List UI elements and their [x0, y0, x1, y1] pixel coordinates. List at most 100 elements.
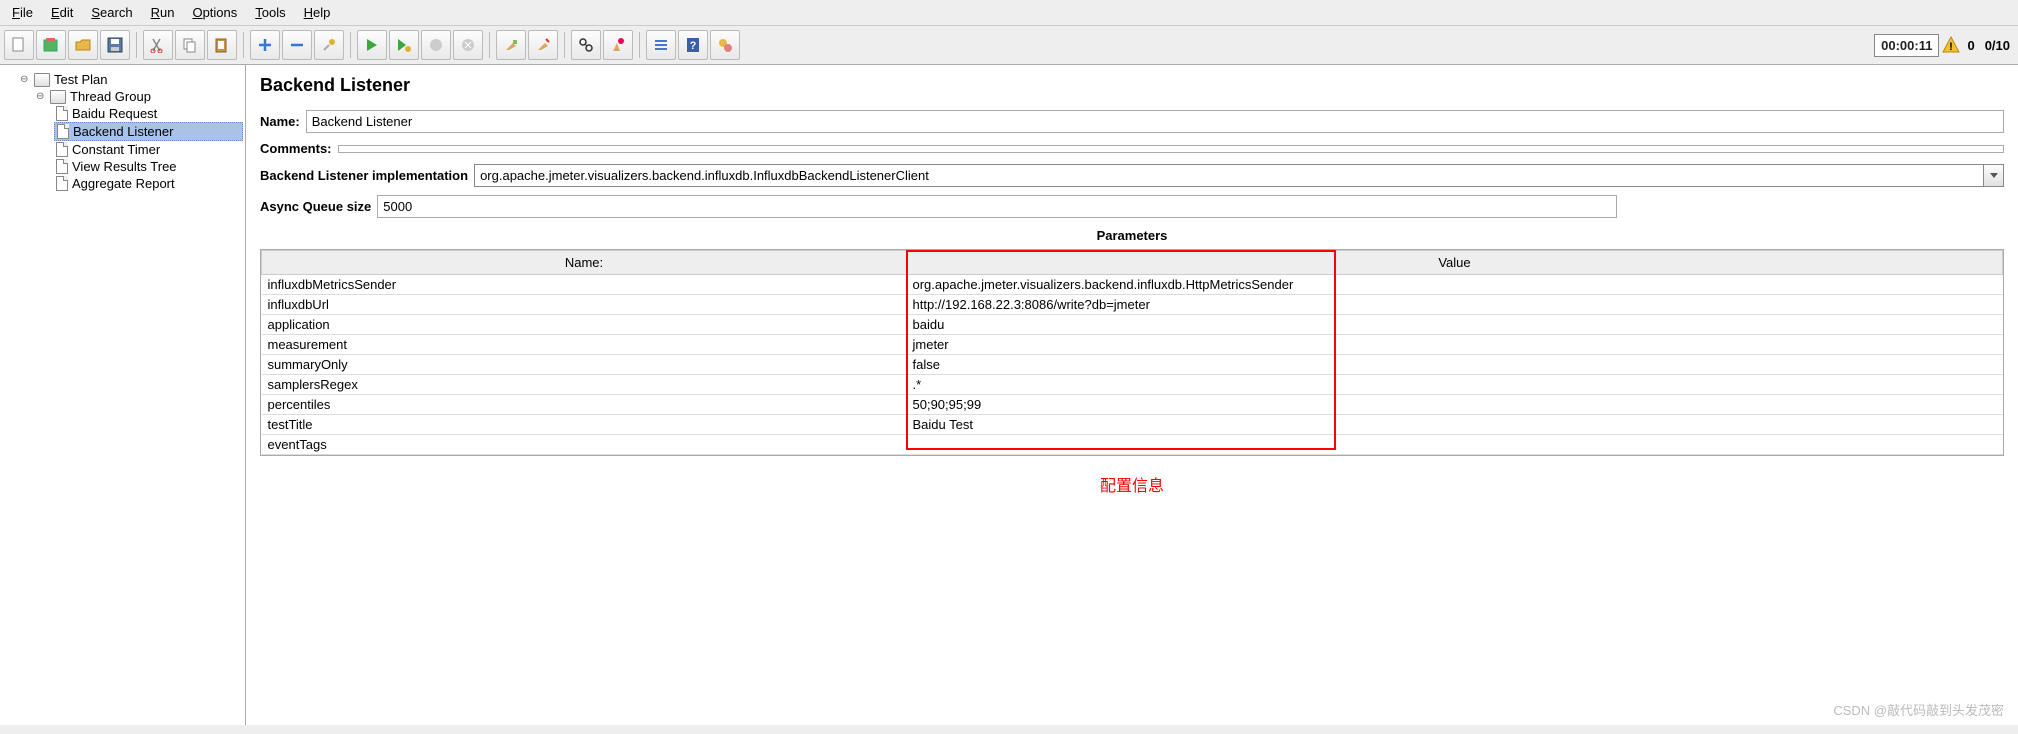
table-row[interactable]: influxdbMetricsSenderorg.apache.jmeter.v…	[262, 275, 2003, 295]
templates-button[interactable]	[36, 30, 66, 60]
param-value-cell[interactable]: .*	[907, 375, 2003, 395]
clear-all-button[interactable]	[528, 30, 558, 60]
chevron-down-icon	[1990, 173, 1998, 179]
param-value-cell[interactable]: Baidu Test	[907, 415, 2003, 435]
tree-test-plan[interactable]: ⊖ Test Plan	[18, 71, 243, 88]
param-name-cell[interactable]: testTitle	[262, 415, 907, 435]
start-button[interactable]	[357, 30, 387, 60]
chevron-down-icon[interactable]: ⊖	[36, 91, 46, 102]
svg-text:!: !	[1950, 41, 1954, 53]
add-button[interactable]	[250, 30, 280, 60]
timer-display: 00:00:11	[1874, 34, 1939, 57]
param-name-cell[interactable]: measurement	[262, 335, 907, 355]
menu-bar: File Edit Search Run Options Tools Help	[0, 0, 2018, 26]
parameters-table: Name: Value influxdbMetricsSenderorg.apa…	[261, 250, 2003, 455]
param-name-cell[interactable]: samplersRegex	[262, 375, 907, 395]
thread-count: 0/10	[1981, 38, 2014, 53]
open-button[interactable]	[68, 30, 98, 60]
tree-label: Test Plan	[54, 72, 107, 87]
col-value[interactable]: Value	[907, 251, 2003, 275]
tree-label: View Results Tree	[72, 159, 177, 174]
warning-icon: !	[1941, 35, 1961, 55]
tree-item-baidu-request[interactable]: Baidu Request	[54, 105, 243, 122]
search-button[interactable]	[571, 30, 601, 60]
menu-options[interactable]: Options	[184, 2, 245, 23]
file-icon	[56, 176, 68, 191]
cut-button[interactable]	[143, 30, 173, 60]
watermark: CSDN @敲代码敲到头发茂密	[1833, 700, 2004, 719]
paste-button[interactable]	[207, 30, 237, 60]
name-input[interactable]: Backend Listener	[306, 110, 2004, 133]
name-label: Name:	[260, 114, 300, 129]
tree-label: Backend Listener	[73, 124, 173, 139]
annotation-caption: 配置信息	[260, 472, 2004, 496]
param-value-cell[interactable]: 50;90;95;99	[907, 395, 2003, 415]
table-row[interactable]: percentiles50;90;95;99	[262, 395, 2003, 415]
copy-button[interactable]	[175, 30, 205, 60]
tree-item-view-results-tree[interactable]: View Results Tree	[54, 158, 243, 175]
new-button[interactable]	[4, 30, 34, 60]
impl-select-value: org.apache.jmeter.visualizers.backend.in…	[475, 165, 1983, 186]
content-panel: Backend Listener Name: Backend Listener …	[246, 65, 2018, 725]
table-row[interactable]: samplersRegex.*	[262, 375, 2003, 395]
help-button[interactable]: ?	[678, 30, 708, 60]
table-row[interactable]: eventTags	[262, 435, 2003, 455]
page-title: Backend Listener	[260, 75, 2004, 96]
param-name-cell[interactable]: influxdbMetricsSender	[262, 275, 907, 295]
file-icon	[56, 106, 68, 121]
chevron-down-icon[interactable]: ⊖	[20, 74, 30, 85]
tree-item-constant-timer[interactable]: Constant Timer	[54, 141, 243, 158]
col-name[interactable]: Name:	[262, 251, 907, 275]
param-name-cell[interactable]: percentiles	[262, 395, 907, 415]
file-icon	[56, 142, 68, 157]
param-name-cell[interactable]: eventTags	[262, 435, 907, 455]
folder-icon	[34, 73, 50, 87]
param-name-cell[interactable]: influxdbUrl	[262, 295, 907, 315]
table-row[interactable]: measurementjmeter	[262, 335, 2003, 355]
table-row[interactable]: summaryOnlyfalse	[262, 355, 2003, 375]
file-icon	[56, 159, 68, 174]
param-name-cell[interactable]: summaryOnly	[262, 355, 907, 375]
menu-help[interactable]: Help	[296, 2, 339, 23]
save-button[interactable]	[100, 30, 130, 60]
clear-button[interactable]	[496, 30, 526, 60]
param-value-cell[interactable]: http://192.168.22.3:8086/write?db=jmeter	[907, 295, 2003, 315]
param-value-cell[interactable]: baidu	[907, 315, 2003, 335]
svg-text:?: ?	[690, 40, 697, 52]
menu-run[interactable]: Run	[143, 2, 183, 23]
tree-label: Constant Timer	[72, 142, 160, 157]
parameters-box: Name: Value influxdbMetricsSenderorg.apa…	[260, 249, 2004, 456]
param-value-cell[interactable]	[907, 435, 2003, 455]
function-helper-button[interactable]	[646, 30, 676, 60]
table-row[interactable]: testTitleBaidu Test	[262, 415, 2003, 435]
queue-input[interactable]: 5000	[377, 195, 1617, 218]
menu-search[interactable]: Search	[83, 2, 140, 23]
disable-button[interactable]	[314, 30, 344, 60]
reset-search-button[interactable]	[603, 30, 633, 60]
menu-edit[interactable]: Edit	[43, 2, 81, 23]
table-row[interactable]: influxdbUrlhttp://192.168.22.3:8086/writ…	[262, 295, 2003, 315]
param-name-cell[interactable]: application	[262, 315, 907, 335]
tree-panel: ⊖ Test Plan ⊖ Thread Group Baidu Request…	[0, 65, 246, 725]
table-row[interactable]: applicationbaidu	[262, 315, 2003, 335]
tree-label: Thread Group	[70, 89, 151, 104]
plugins-button[interactable]	[710, 30, 740, 60]
shutdown-button[interactable]	[453, 30, 483, 60]
dropdown-button[interactable]	[1983, 165, 2003, 186]
menu-file[interactable]: File	[4, 2, 41, 23]
toolbar: ? 00:00:11 ! 0 0/10	[0, 26, 2018, 65]
impl-select[interactable]: org.apache.jmeter.visualizers.backend.in…	[474, 164, 2004, 187]
remove-button[interactable]	[282, 30, 312, 60]
comments-input[interactable]	[338, 145, 2004, 153]
menu-tools[interactable]: Tools	[247, 2, 293, 23]
tree-item-backend-listener[interactable]: Backend Listener	[54, 122, 243, 141]
stop-button[interactable]	[421, 30, 451, 60]
tree-label: Baidu Request	[72, 106, 157, 121]
param-value-cell[interactable]: false	[907, 355, 2003, 375]
start-no-timers-button[interactable]	[389, 30, 419, 60]
param-value-cell[interactable]: jmeter	[907, 335, 2003, 355]
tree-item-aggregate-report[interactable]: Aggregate Report	[54, 175, 243, 192]
impl-label: Backend Listener implementation	[260, 168, 468, 183]
tree-thread-group[interactable]: ⊖ Thread Group	[34, 88, 243, 105]
param-value-cell[interactable]: org.apache.jmeter.visualizers.backend.in…	[907, 275, 2003, 295]
